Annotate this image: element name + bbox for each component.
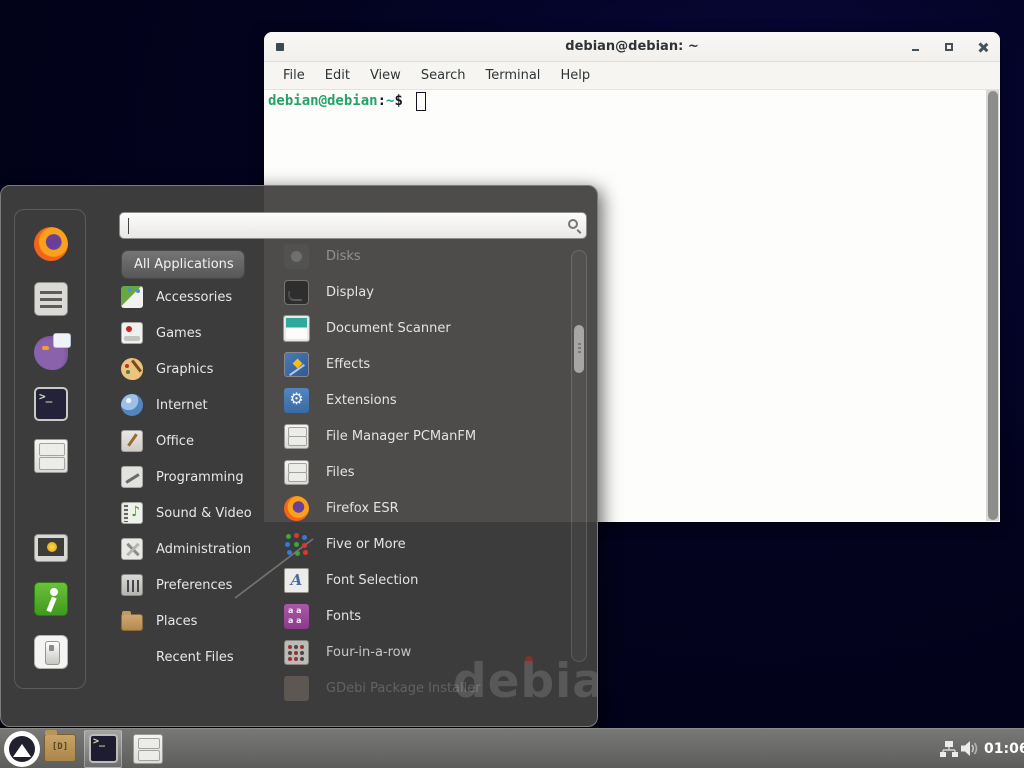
app-font-selection[interactable]: Font Selection — [284, 562, 568, 598]
category-games[interactable]: Games — [121, 315, 271, 351]
category-preferences[interactable]: Preferences — [121, 567, 271, 603]
document-scanner-icon — [284, 316, 309, 341]
administration-icon — [121, 538, 143, 560]
firefox-esr-icon — [284, 496, 309, 521]
category-administration[interactable]: Administration — [121, 531, 271, 567]
search-input[interactable] — [128, 216, 548, 236]
font-selection-icon — [284, 568, 309, 593]
pidgin-icon[interactable] — [34, 336, 68, 370]
search-box — [119, 212, 587, 239]
favorites-sidebar — [14, 209, 86, 689]
all-applications-button[interactable]: All Applications — [121, 250, 245, 279]
terminal-launcher-icon[interactable] — [34, 387, 68, 421]
terminal-taskbar-button[interactable] — [84, 730, 122, 768]
search-icon — [568, 219, 578, 229]
places-icon — [121, 614, 143, 631]
office-icon — [121, 430, 143, 452]
menu-scrollbar-thumb[interactable] — [574, 325, 584, 373]
taskbar: 01:06 — [0, 728, 1024, 768]
preferences-icon — [121, 574, 143, 596]
category-recent-files[interactable]: Recent Files — [121, 639, 271, 675]
desktop-folder-icon[interactable] — [44, 734, 76, 762]
menu-view[interactable]: View — [361, 65, 410, 86]
menu-file[interactable]: File — [274, 65, 314, 86]
file-manager-icon[interactable] — [34, 439, 68, 473]
volume-icon[interactable] — [961, 740, 980, 757]
menu-button[interactable] — [4, 731, 40, 767]
category-programming[interactable]: Programming — [121, 459, 271, 495]
menu-edit[interactable]: Edit — [316, 65, 359, 86]
category-internet[interactable]: Internet — [121, 387, 271, 423]
five-or-more-icon — [284, 532, 309, 557]
programming-icon — [121, 466, 143, 488]
terminal-cursor — [416, 92, 426, 111]
app-display[interactable]: Display — [284, 274, 568, 310]
disks-icon — [284, 244, 309, 269]
category-graphics[interactable]: Graphics — [121, 351, 271, 387]
extensions-icon — [284, 388, 309, 413]
gdebi-icon — [284, 676, 309, 701]
all-applications-label: All Applications — [134, 257, 234, 272]
app-four-in-a-row[interactable]: Four-in-a-row — [284, 634, 568, 670]
terminal-icon — [89, 734, 118, 763]
accessories-icon — [121, 286, 143, 308]
network-icon[interactable] — [940, 741, 958, 757]
category-sound-video[interactable]: Sound & Video — [121, 495, 271, 531]
category-accessories[interactable]: Accessories — [121, 279, 271, 315]
application-menu: debian All Applications Accessories Gam — [0, 185, 598, 727]
app-extensions[interactable]: Extensions — [284, 382, 568, 418]
terminal-window-icon — [276, 43, 284, 51]
menu-scrollbar[interactable] — [571, 250, 587, 662]
app-five-or-more[interactable]: Five or More — [284, 526, 568, 562]
files-icon — [284, 460, 309, 485]
minimize-icon — [912, 49, 919, 51]
internet-icon — [121, 394, 143, 416]
terminal-scrollbar[interactable] — [986, 90, 999, 521]
maximize-icon — [945, 43, 953, 51]
games-icon — [121, 322, 143, 344]
app-effects[interactable]: Effects — [284, 346, 568, 382]
shell-prompt: debian@debian:~$ — [268, 93, 403, 109]
clock[interactable]: 01:06 — [984, 741, 1024, 757]
graphics-icon — [121, 358, 143, 380]
fonts-icon — [284, 604, 309, 629]
terminal-menubar: File Edit View Search Terminal Help — [264, 62, 1000, 90]
screensaver-icon[interactable] — [34, 534, 68, 562]
app-gdebi-package-installer[interactable]: GDebi Package Installer — [284, 670, 568, 706]
app-files[interactable]: Files — [284, 454, 568, 490]
app-disks[interactable]: Disks — [284, 238, 568, 274]
app-document-scanner[interactable]: Document Scanner — [284, 310, 568, 346]
text-caret — [128, 218, 129, 234]
control-center-icon[interactable] — [34, 282, 68, 316]
effects-icon — [284, 352, 309, 377]
four-in-a-row-icon — [284, 640, 309, 665]
desktop: debian@debian: ~ File Edit View Search T… — [0, 0, 1024, 768]
app-firefox-esr[interactable]: Firefox ESR — [284, 490, 568, 526]
display-icon — [284, 280, 309, 305]
firefox-icon[interactable] — [34, 227, 68, 261]
close-button[interactable] — [976, 40, 990, 54]
app-fonts[interactable]: Fonts — [284, 598, 568, 634]
menu-terminal[interactable]: Terminal — [476, 65, 549, 86]
terminal-scrollbar-thumb[interactable] — [988, 91, 998, 520]
category-office[interactable]: Office — [121, 423, 271, 459]
menu-search[interactable]: Search — [412, 65, 475, 86]
terminal-title: debian@debian: ~ — [264, 32, 1000, 62]
close-icon — [978, 42, 988, 52]
pcmanfm-icon — [284, 424, 309, 449]
terminal-titlebar[interactable]: debian@debian: ~ — [264, 32, 1000, 62]
menu-help[interactable]: Help — [551, 65, 599, 86]
minimize-button[interactable] — [908, 40, 922, 54]
maximize-button[interactable] — [942, 40, 956, 54]
app-file-manager-pcmanfm[interactable]: File Manager PCManFM — [284, 418, 568, 454]
logout-icon[interactable] — [34, 582, 68, 616]
shutdown-icon[interactable] — [34, 635, 68, 669]
sound-video-icon — [121, 502, 143, 524]
file-manager-taskbar-icon[interactable] — [133, 734, 163, 764]
category-places[interactable]: Places — [121, 603, 271, 639]
